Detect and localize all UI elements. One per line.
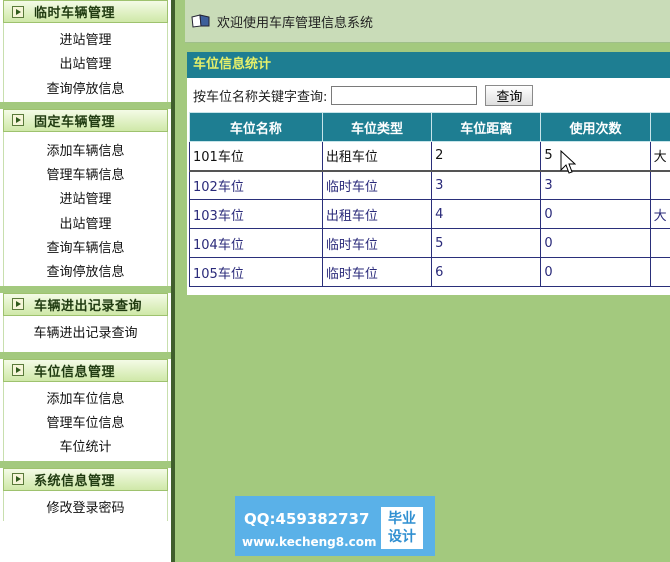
sidebar-item-enter-station[interactable]: 进站管理: [4, 188, 167, 212]
sidebar-item-records-query[interactable]: 车辆进出记录查询: [4, 316, 167, 352]
table-row: 103车位 出租车位 4 0 大: [189, 199, 670, 229]
table-row: 102车位 临时车位 3 3: [189, 170, 670, 200]
top-bar: 欢迎使用车库管理信息系统: [185, 0, 670, 43]
sidebar: 临时车辆管理 进站管理 出站管理 查询停放信息 固定车辆管理 添加车辆信息 管理…: [0, 0, 171, 562]
sidebar-item-enter-station[interactable]: 进站管理: [4, 23, 167, 53]
expand-arrow-icon: [12, 114, 24, 127]
section-header-fixed-vehicle[interactable]: 固定车辆管理: [3, 108, 168, 132]
section-gap: [0, 351, 171, 359]
sidebar-item-query-vehicle[interactable]: 查询车辆信息: [4, 237, 167, 261]
search-button[interactable]: 查询: [485, 84, 534, 106]
section-body: 添加车辆信息 管理车辆信息 进站管理 出站管理 查询车辆信息 查询停放信息: [3, 131, 168, 286]
search-label: 按车位名称关键字查询:: [193, 89, 328, 105]
section-header-temp-vehicle[interactable]: 临时车辆管理: [3, 0, 168, 23]
cell-name: 102车位: [189, 170, 323, 200]
sidebar-item-exit-station[interactable]: 出站管理: [4, 53, 167, 77]
cell-usage: 0: [540, 228, 651, 258]
sidebar-item-add-vehicle[interactable]: 添加车辆信息: [4, 132, 167, 164]
cell-extra: [649, 170, 670, 200]
sidebar-item-query-parking[interactable]: 查询停放信息: [4, 78, 167, 102]
column-header-extra: [649, 112, 670, 142]
column-header-type: 车位类型: [321, 112, 433, 142]
sidebar-item-manage-vehicle[interactable]: 管理车辆信息: [4, 164, 167, 188]
section-body: 添加车位信息 管理车位信息 车位统计: [3, 381, 168, 461]
section-title: 固定车辆管理: [34, 114, 116, 130]
cell-usage: 3: [540, 170, 651, 200]
cell-distance: 6: [431, 257, 542, 287]
cell-type: 临时车位: [321, 170, 433, 200]
cell-extra: 大: [649, 199, 670, 229]
section-gap: [0, 460, 171, 468]
table-row: 104车位 临时车位 5 0: [189, 228, 670, 258]
cell-distance: 4: [431, 199, 542, 229]
frame-gutter: [175, 0, 185, 562]
search-row: 按车位名称关键字查询: 查询: [187, 78, 670, 112]
cell-usage: 0: [540, 199, 651, 229]
stats-panel: 车位信息统计 按车位名称关键字查询: 查询 车位名称 车位类型 车位距离 使用次…: [187, 52, 670, 295]
book-icon: [191, 14, 210, 28]
section-title: 车位信息管理: [34, 364, 116, 380]
watermark-badge: 毕业 设计: [381, 507, 423, 549]
expand-arrow-icon: [12, 5, 24, 18]
cell-name: 105车位: [189, 257, 323, 287]
sidebar-item-query-parking[interactable]: 查询停放信息: [4, 261, 167, 285]
section-header-space-info[interactable]: 车位信息管理: [3, 358, 168, 382]
cell-usage: 0: [540, 257, 651, 287]
table-header-row: 车位名称 车位类型 车位距离 使用次数: [189, 112, 670, 142]
section-gap: [0, 101, 171, 109]
sidebar-item-manage-space[interactable]: 管理车位信息: [4, 412, 167, 436]
cell-name: 101车位: [189, 141, 323, 172]
panel-title: 车位信息统计: [187, 52, 670, 78]
cell-type: 出租车位: [321, 199, 433, 229]
watermark-banner: QQ:459382737 www.kecheng8.com 毕业 设计: [235, 496, 435, 556]
section-gap: [0, 285, 171, 293]
column-header-distance: 车位距离: [431, 112, 542, 142]
column-header-name: 车位名称: [189, 112, 323, 142]
cell-distance: 2: [431, 141, 542, 172]
cell-distance: 5: [431, 228, 542, 258]
cell-name: 104车位: [189, 228, 323, 258]
sidebar-item-space-stats[interactable]: 车位统计: [4, 436, 167, 460]
sidebar-item-exit-station[interactable]: 出站管理: [4, 213, 167, 237]
table-row: 105车位 临时车位 6 0: [189, 257, 670, 287]
cell-distance: 3: [431, 170, 542, 200]
section-header-records[interactable]: 车辆进出记录查询: [3, 292, 168, 316]
watermark-site: www.kecheng8.com: [242, 535, 377, 549]
section-title: 车辆进出记录查询: [34, 298, 143, 314]
cell-extra: [649, 257, 670, 287]
mouse-cursor-icon: [560, 150, 576, 174]
section-header-system[interactable]: 系统信息管理: [3, 467, 168, 491]
cell-type: 临时车位: [321, 228, 433, 258]
cell-usage: 5: [540, 141, 651, 172]
cell-type: 出租车位: [321, 141, 433, 172]
section-body: 修改登录密码: [3, 490, 168, 521]
cell-extra: [649, 228, 670, 258]
section-title: 临时车辆管理: [34, 6, 116, 21]
column-header-usage: 使用次数: [540, 112, 651, 142]
expand-arrow-icon: [12, 364, 24, 377]
space-stats-table: 车位名称 车位类型 车位距离 使用次数 101车位 出租车位 2 5 大 102…: [189, 112, 670, 287]
watermark-badge-line2: 设计: [388, 529, 416, 545]
search-input[interactable]: [331, 85, 478, 105]
cell-type: 临时车位: [321, 257, 433, 287]
watermark-badge-line1: 毕业: [388, 511, 416, 527]
section-body: 进站管理 出站管理 查询停放信息: [3, 23, 168, 102]
watermark-qq: QQ:459382737: [244, 510, 370, 528]
cell-extra: 大: [649, 141, 670, 172]
section-body: 车辆进出记录查询: [3, 315, 168, 352]
section-title: 系统信息管理: [34, 473, 116, 489]
cell-name: 103车位: [189, 199, 323, 229]
sidebar-item-change-password[interactable]: 修改登录密码: [4, 491, 167, 521]
expand-arrow-icon: [12, 298, 24, 311]
sidebar-item-add-space[interactable]: 添加车位信息: [4, 382, 167, 412]
table-row: 101车位 出租车位 2 5 大: [189, 141, 670, 172]
welcome-text: 欢迎使用车库管理信息系统: [217, 15, 374, 31]
expand-arrow-icon: [12, 473, 24, 486]
